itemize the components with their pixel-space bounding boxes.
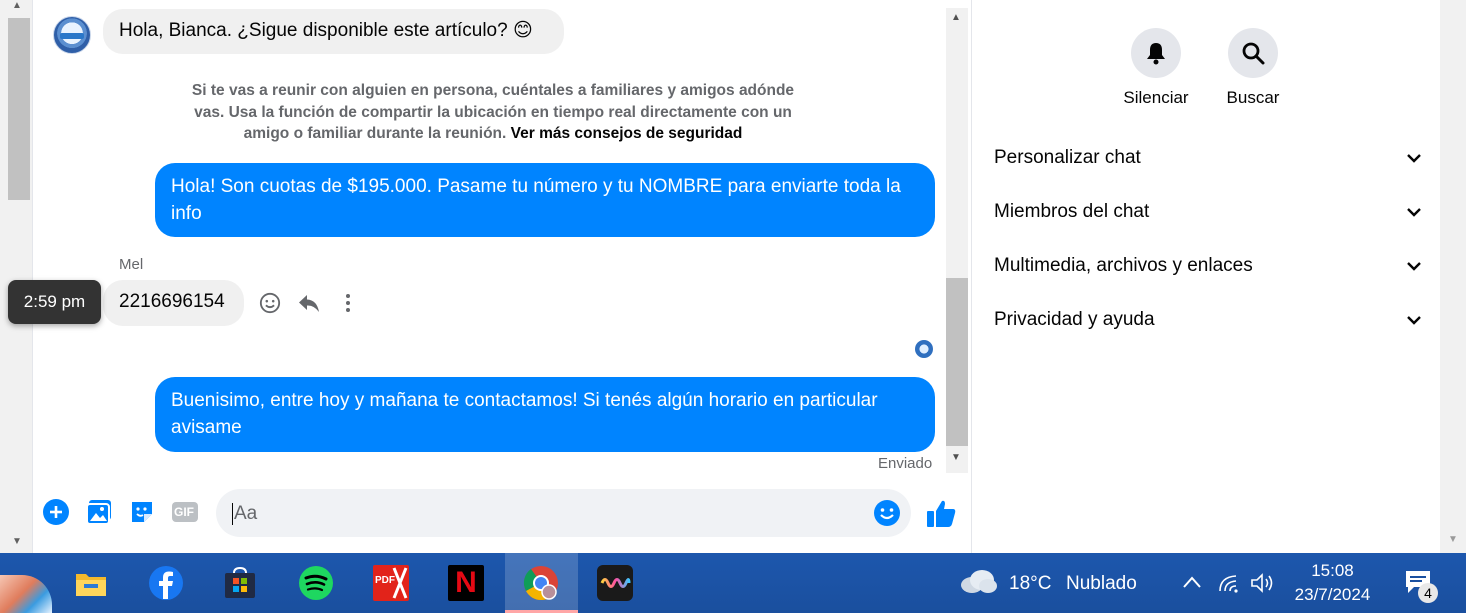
chat-scrollbar[interactable]: ▲ ▼ bbox=[946, 8, 968, 473]
section-media-files-links[interactable]: Multimedia, archivos y enlaces bbox=[994, 246, 1424, 286]
mute-label: Silenciar bbox=[1123, 88, 1189, 107]
screen: ▲ ▼ Hola, Bianca. ¿Sigue disponible este… bbox=[0, 0, 1466, 613]
outgoing-message[interactable]: Buenisimo, entre hoy y mañana te contact… bbox=[155, 377, 935, 452]
plus-circle-icon[interactable] bbox=[42, 498, 70, 526]
sticker-icon[interactable] bbox=[128, 498, 156, 526]
search-action[interactable]: Buscar bbox=[1203, 28, 1303, 108]
chevron-down-icon bbox=[1404, 310, 1424, 330]
netflix-icon[interactable]: N bbox=[446, 563, 486, 603]
thumbs-up-icon[interactable] bbox=[924, 497, 958, 536]
taskbar: PDF N 18°C Nublado 15:08 23/7/2024 4 bbox=[0, 553, 1466, 613]
wifi-icon[interactable] bbox=[1218, 573, 1240, 598]
netflix-label: N bbox=[455, 566, 477, 599]
safety-notice: Si te vas a reunir con alguien en person… bbox=[188, 80, 798, 145]
sender-name: Mel bbox=[119, 256, 144, 273]
message-text: Hola! Son cuotas de $195.000. Pasame tu … bbox=[171, 176, 901, 224]
chat-window: Hola, Bianca. ¿Sigue disponible este art… bbox=[32, 0, 972, 553]
cloud-icon[interactable] bbox=[958, 567, 998, 600]
pdf-label: PDF bbox=[375, 575, 395, 586]
emoji-icon[interactable] bbox=[873, 499, 901, 532]
spotify-icon[interactable] bbox=[296, 563, 336, 603]
chevron-down-icon bbox=[1404, 148, 1424, 168]
sound-app-icon[interactable] bbox=[595, 563, 635, 603]
react-emoji-icon[interactable] bbox=[257, 290, 283, 316]
search-icon[interactable] bbox=[1228, 28, 1278, 78]
weather-temperature[interactable]: 18°C bbox=[1009, 573, 1051, 595]
weather-condition[interactable]: Nublado bbox=[1066, 573, 1137, 595]
panel-scrollbar[interactable]: ▼ bbox=[1440, 0, 1466, 553]
scroll-up-arrow-icon[interactable]: ▲ bbox=[951, 12, 961, 23]
scroll-down-arrow-icon[interactable]: ▼ bbox=[951, 452, 961, 463]
message-status: Enviado bbox=[878, 455, 933, 472]
notification-count-badge: 4 bbox=[1418, 583, 1438, 603]
search-label: Buscar bbox=[1226, 88, 1280, 107]
chevron-down-icon bbox=[1404, 202, 1424, 222]
message-text: Buenisimo, entre hoy y mañana te contact… bbox=[171, 390, 878, 438]
scroll-down-arrow-icon[interactable]: ▼ bbox=[12, 536, 22, 547]
file-explorer-icon[interactable] bbox=[71, 563, 111, 603]
start-logo[interactable] bbox=[0, 575, 52, 613]
message-text: 2216696154 bbox=[119, 291, 225, 312]
chevron-down-icon bbox=[1404, 256, 1424, 276]
chevron-up-icon[interactable] bbox=[1182, 575, 1202, 594]
gif-label: GIF bbox=[174, 505, 194, 519]
bell-icon[interactable] bbox=[1131, 28, 1181, 78]
section-chat-members[interactable]: Miembros del chat bbox=[994, 192, 1424, 232]
page-scrollbar[interactable]: ▲ ▼ bbox=[0, 0, 32, 553]
message-text: Hola, Bianca. ¿Sigue disponible este art… bbox=[119, 20, 533, 41]
page-scroll-thumb[interactable] bbox=[8, 18, 30, 200]
section-label: Multimedia, archivos y enlaces bbox=[994, 255, 1253, 276]
system-clock[interactable]: 15:08 23/7/2024 bbox=[1285, 559, 1380, 607]
section-label: Privacidad y ayuda bbox=[994, 309, 1155, 330]
section-label: Personalizar chat bbox=[994, 147, 1141, 168]
section-label: Miembros del chat bbox=[994, 201, 1150, 222]
section-customize-chat[interactable]: Personalizar chat bbox=[994, 138, 1424, 178]
contact-avatar[interactable] bbox=[53, 16, 91, 54]
incoming-message[interactable]: 2216696154 bbox=[103, 280, 244, 326]
scroll-down-arrow-icon[interactable]: ▼ bbox=[1448, 534, 1458, 545]
photo-icon[interactable] bbox=[85, 498, 113, 526]
chat-info-panel: Silenciar Buscar Personalizar chat Miemb… bbox=[972, 0, 1440, 553]
chrome-icon[interactable] bbox=[521, 563, 561, 603]
volume-icon[interactable] bbox=[1250, 573, 1276, 598]
message-actions bbox=[257, 290, 361, 316]
microsoft-store-icon[interactable] bbox=[220, 563, 260, 603]
facebook-icon[interactable] bbox=[146, 563, 186, 603]
reply-icon[interactable] bbox=[296, 290, 322, 316]
scroll-up-arrow-icon[interactable]: ▲ bbox=[12, 0, 22, 11]
seen-avatar bbox=[915, 340, 933, 358]
section-privacy-help[interactable]: Privacidad y ayuda bbox=[994, 300, 1424, 340]
outgoing-message[interactable]: Hola! Son cuotas de $195.000. Pasame tu … bbox=[155, 163, 935, 237]
clock-date: 23/7/2024 bbox=[1294, 585, 1371, 604]
safety-tips-link[interactable]: Ver más consejos de seguridad bbox=[511, 125, 743, 142]
mute-action[interactable]: Silenciar bbox=[1106, 28, 1206, 108]
incoming-message[interactable]: Hola, Bianca. ¿Sigue disponible este art… bbox=[103, 9, 564, 54]
chat-scroll-thumb[interactable] bbox=[946, 278, 968, 446]
timestamp-tooltip: 2:59 pm bbox=[8, 280, 101, 324]
more-options-icon[interactable] bbox=[335, 290, 361, 316]
pdf-reader-icon[interactable]: PDF bbox=[371, 563, 411, 603]
message-input-placeholder: Aa bbox=[232, 503, 258, 525]
message-input[interactable]: Aa bbox=[216, 489, 911, 537]
clock-time: 15:08 bbox=[1311, 561, 1354, 580]
